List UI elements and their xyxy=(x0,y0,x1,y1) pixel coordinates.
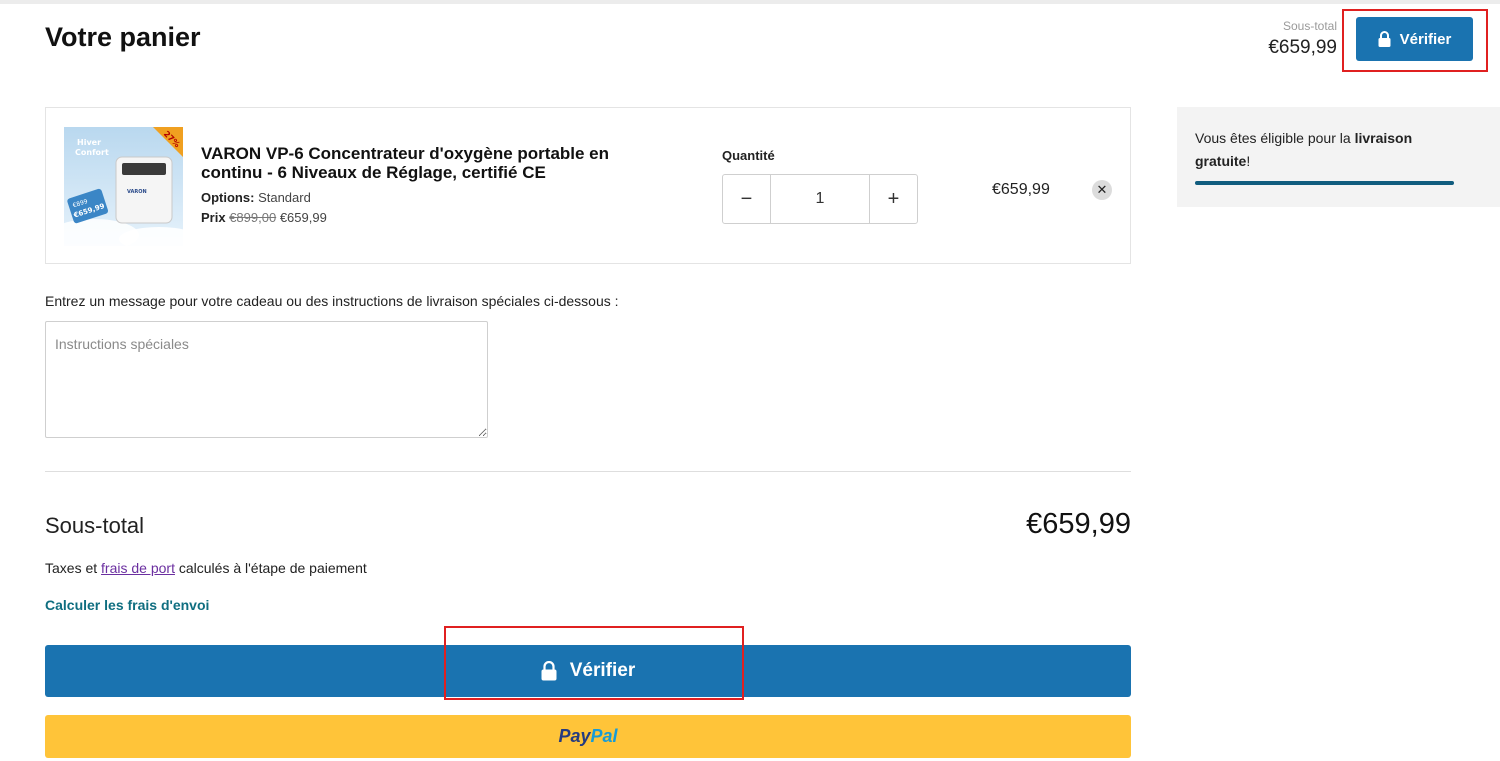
divider xyxy=(45,471,1131,472)
close-icon: ✕ xyxy=(1096,182,1108,197)
free-shipping-progress-bar xyxy=(1195,181,1454,185)
quantity-input[interactable]: 1 xyxy=(770,175,870,223)
image-brand: VARON xyxy=(127,189,147,195)
quantity-decrease-button[interactable]: − xyxy=(723,175,770,223)
options-value: Standard xyxy=(258,190,311,205)
free-shipping-message: Vous êtes éligible pour la livraison gra… xyxy=(1195,130,1413,169)
product-options: Options: Standard xyxy=(201,190,311,205)
checkout-label: Vérifier xyxy=(569,660,636,681)
cart-item: 27% Hiver Confort VARON €899 €659,99 VAR… xyxy=(45,107,1131,264)
product-image[interactable]: 27% Hiver Confort VARON €899 €659,99 xyxy=(64,127,183,246)
order-note-label: Entrez un message pour votre cadeau ou d… xyxy=(45,293,619,309)
price-original: €899,00 xyxy=(229,210,277,225)
lock-icon xyxy=(1378,31,1391,47)
calculate-shipping-link[interactable]: Calculer les frais d'envoi xyxy=(45,597,209,613)
page-title: Votre panier xyxy=(45,22,201,52)
quantity-stepper: − 1 + xyxy=(722,174,918,224)
price-sale: €659,99 xyxy=(279,210,327,225)
top-border xyxy=(0,0,1500,4)
paypal-button[interactable]: PayPal xyxy=(45,715,1131,758)
subtotal-value: €659,99 xyxy=(1026,508,1131,540)
quantity-label: Quantité xyxy=(722,148,775,163)
header-verify-button[interactable]: Vérifier xyxy=(1356,17,1473,61)
options-label: Options: xyxy=(201,190,255,205)
checkout-button[interactable]: Vérifier xyxy=(45,645,1131,697)
product-title[interactable]: VARON VP-6 Concentrateur d'oxygène porta… xyxy=(201,144,661,182)
image-overlay-line-2: Confort xyxy=(75,148,109,157)
header-subtotal-value: €659,99 xyxy=(1268,37,1337,58)
tax-note: Taxes et frais de port calculés à l'étap… xyxy=(45,560,367,576)
remove-item-button[interactable]: ✕ xyxy=(1092,180,1112,200)
quantity-increase-button[interactable]: + xyxy=(870,175,917,223)
price-label: Prix xyxy=(201,210,226,225)
order-note-input[interactable] xyxy=(45,321,488,438)
subtotal-label: Sous-total xyxy=(45,513,145,538)
image-overlay-line-1: Hiver xyxy=(77,138,101,147)
header-subtotal-label: Sous-total xyxy=(1282,19,1337,33)
free-shipping-notice: Vous êtes éligible pour la livraison gra… xyxy=(1177,107,1500,207)
lock-icon xyxy=(541,661,557,681)
header-verify-label: Vérifier xyxy=(1399,30,1452,48)
paypal-logo: PayPal xyxy=(558,726,618,746)
product-price: Prix €899,00 €659,99 xyxy=(201,210,327,225)
shipping-policy-link[interactable]: frais de port xyxy=(101,560,175,576)
line-total: €659,99 xyxy=(992,181,1050,198)
